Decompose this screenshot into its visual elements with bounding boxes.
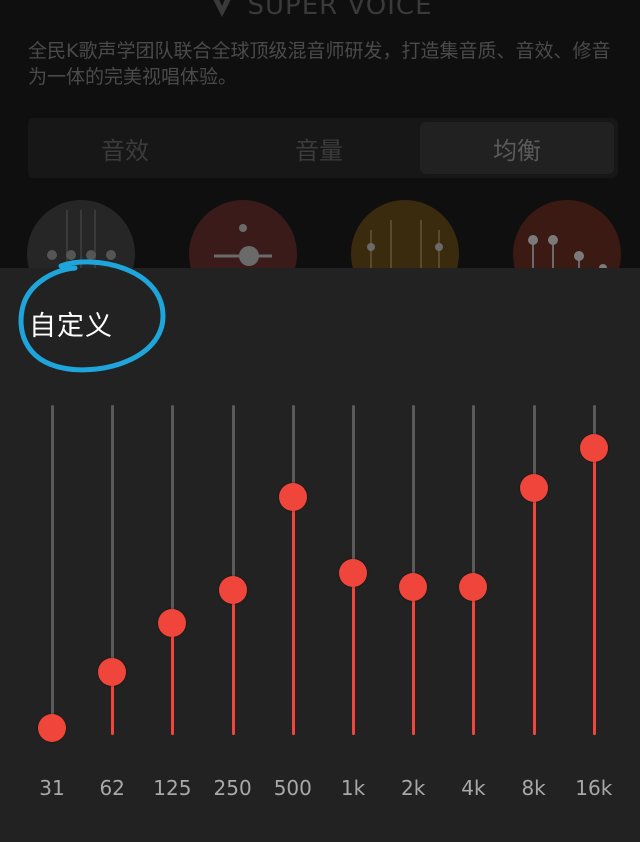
preset-rust[interactable] <box>513 200 621 270</box>
eq-slider-fill <box>412 586 416 735</box>
eq-slider-knob[interactable] <box>98 658 127 687</box>
eq-frequency-label: 62 <box>99 776 125 800</box>
eq-slider-knob[interactable] <box>579 433 608 462</box>
eq-band-250: 250 <box>203 268 263 842</box>
eq-slider-fill <box>352 573 355 735</box>
brand-name: SUPER VOICE <box>247 0 433 21</box>
eq-frequency-label: 16k <box>575 776 613 800</box>
eq-frequency-label: 8k <box>521 776 546 800</box>
eq-band-62: 62 <box>82 268 142 842</box>
eq-slider-fill <box>171 622 175 735</box>
brand-header: SUPER VOICE <box>0 0 640 26</box>
eq-band-1k: 1k <box>323 268 383 842</box>
eq-frequency-label: 500 <box>273 776 312 800</box>
tab-sound-effect[interactable]: 音效 <box>28 118 222 178</box>
preset-sliders-icon <box>367 220 443 270</box>
preset-balance-icon <box>214 224 272 266</box>
eq-frequency-label: 4k <box>461 776 486 800</box>
eq-band-125: 125 <box>142 268 202 842</box>
eq-band-8k: 8k <box>504 268 564 842</box>
eq-band-2k: 2k <box>383 268 443 842</box>
eq-slider-knob[interactable] <box>519 473 548 502</box>
eq-slider-track[interactable] <box>51 405 54 735</box>
eq-band-31: 31 <box>22 268 82 842</box>
preset-sliders-icon <box>528 235 607 270</box>
eq-slider-fill <box>231 589 235 735</box>
feature-description: 全民K歌声学团队联合全球顶级混音师研发，打造集音质、音效、修音为一体的完美视唱体… <box>28 40 611 88</box>
eq-frequency-label: 31 <box>39 776 65 800</box>
eq-slider-fill <box>291 497 295 735</box>
eq-slider-fill <box>532 487 536 735</box>
eq-slider-knob[interactable] <box>158 608 187 637</box>
eq-slider-knob[interactable] <box>38 714 66 743</box>
eq-slider-knob[interactable] <box>459 572 488 601</box>
eq-frequency-label: 1k <box>340 776 366 800</box>
preset-red[interactable] <box>189 200 297 270</box>
eq-slider-knob[interactable] <box>339 559 367 588</box>
eq-slider-knob[interactable] <box>399 572 428 601</box>
eq-slider-knob[interactable] <box>278 483 307 512</box>
eq-band-16k: 16k <box>564 268 624 842</box>
settings-tabs: 音效 音量 均衡 <box>28 118 618 178</box>
super-voice-logo-icon <box>213 0 231 17</box>
equalizer-bands: 31 62 125 250 500 1k 2k 4k 8k 16k <box>0 268 640 842</box>
preset-gold[interactable] <box>351 200 459 270</box>
background-panel: SUPER VOICE 全民K歌声学团队联合全球顶级混音师研发，打造集音质、音效… <box>0 0 640 270</box>
eq-frequency-label: 2k <box>401 776 426 800</box>
eq-frequency-label: 250 <box>213 776 252 800</box>
eq-slider-knob[interactable] <box>218 575 247 604</box>
eq-slider-fill <box>592 447 596 735</box>
tab-volume[interactable]: 音量 <box>222 118 416 178</box>
equalizer-sheet: 自定义 31 62 125 250 500 1k 2k 4k 8k 16k <box>0 259 640 842</box>
eq-band-500: 500 <box>263 268 323 842</box>
tab-equalizer[interactable]: 均衡 <box>420 122 614 174</box>
eq-band-4k: 4k <box>443 268 503 842</box>
eq-slider-fill <box>472 586 476 735</box>
eq-frequency-label: 125 <box>153 776 192 800</box>
